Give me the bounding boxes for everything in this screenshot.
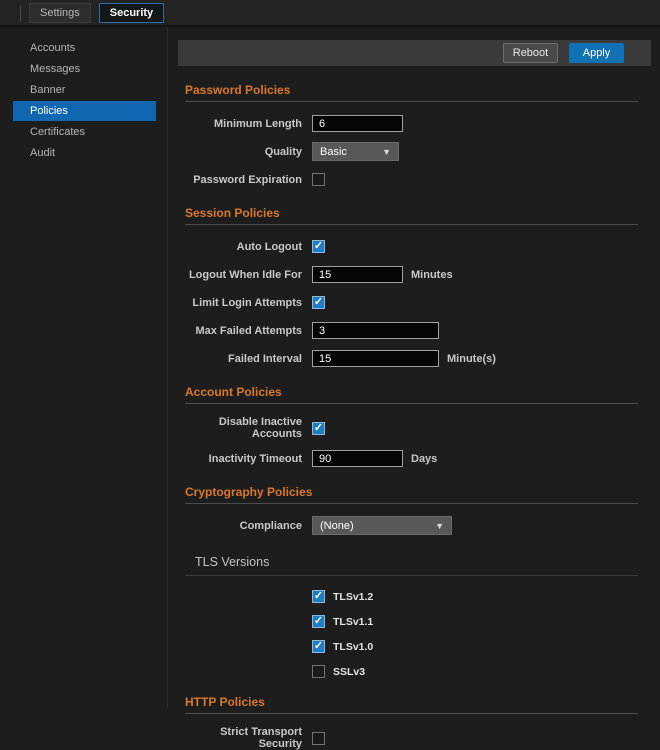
compliance-dropdown[interactable]: (None) ▼ bbox=[312, 516, 452, 535]
section-divider bbox=[185, 224, 638, 225]
sidebar-item-messages[interactable]: Messages bbox=[13, 59, 156, 79]
limit-login-attempts-label: Limit Login Attempts bbox=[185, 297, 302, 309]
section-divider bbox=[185, 101, 638, 102]
max-failed-attempts-label: Max Failed Attempts bbox=[185, 325, 302, 337]
apply-button[interactable]: Apply bbox=[569, 43, 624, 63]
strict-transport-security-label: Strict Transport Security bbox=[185, 726, 302, 750]
tlsv12-row: TLSv1.2 bbox=[185, 590, 638, 603]
main-layout: Accounts Messages Banner Policies Certif… bbox=[0, 27, 660, 708]
inactivity-timeout-input[interactable] bbox=[312, 450, 403, 467]
failed-interval-row: Failed Interval Minute(s) bbox=[185, 349, 638, 368]
session-policies-title: Session Policies bbox=[185, 206, 638, 220]
tlsv11-label: TLSv1.1 bbox=[333, 616, 373, 628]
auto-logout-row: Auto Logout bbox=[185, 237, 638, 256]
section-divider bbox=[185, 713, 638, 714]
inactivity-timeout-row: Inactivity Timeout Days bbox=[185, 449, 638, 468]
tab-settings[interactable]: Settings bbox=[29, 3, 91, 23]
password-expiration-row: Password Expiration bbox=[185, 170, 638, 189]
compliance-row: Compliance (None) ▼ bbox=[185, 516, 638, 535]
quality-dropdown-value: Basic bbox=[320, 146, 347, 158]
action-toolbar: Reboot Apply bbox=[178, 40, 651, 66]
tlsv10-label: TLSv1.0 bbox=[333, 641, 373, 653]
limit-login-attempts-checkbox[interactable] bbox=[312, 296, 325, 309]
auto-logout-label: Auto Logout bbox=[185, 241, 302, 253]
tls-versions-title: TLS Versions bbox=[195, 555, 638, 569]
password-expiration-checkbox[interactable] bbox=[312, 173, 325, 186]
quality-label: Quality bbox=[185, 146, 302, 158]
disable-inactive-accounts-row: Disable Inactive Accounts bbox=[185, 416, 638, 440]
http-policies-title: HTTP Policies bbox=[185, 695, 638, 709]
logout-when-idle-suffix: Minutes bbox=[411, 269, 453, 281]
inactivity-timeout-suffix: Days bbox=[411, 453, 437, 465]
strict-transport-security-row: Strict Transport Security bbox=[185, 726, 638, 750]
max-failed-attempts-row: Max Failed Attempts bbox=[185, 321, 638, 340]
inactivity-timeout-label: Inactivity Timeout bbox=[185, 453, 302, 465]
tlsv12-label: TLSv1.2 bbox=[333, 591, 373, 603]
subsection-divider bbox=[185, 575, 638, 576]
tab-security[interactable]: Security bbox=[99, 3, 164, 23]
cryptography-policies-title: Cryptography Policies bbox=[185, 485, 638, 499]
sidebar-item-policies[interactable]: Policies bbox=[13, 101, 156, 121]
sidebar: Accounts Messages Banner Policies Certif… bbox=[0, 27, 168, 708]
failed-interval-input[interactable] bbox=[312, 350, 439, 367]
account-policies-title: Account Policies bbox=[185, 385, 638, 399]
limit-login-attempts-row: Limit Login Attempts bbox=[185, 293, 638, 312]
failed-interval-suffix: Minute(s) bbox=[447, 353, 496, 365]
strict-transport-security-checkbox[interactable] bbox=[312, 732, 325, 745]
tlsv11-row: TLSv1.1 bbox=[185, 615, 638, 628]
chevron-down-icon: ▼ bbox=[382, 147, 391, 157]
reboot-button[interactable]: Reboot bbox=[503, 43, 558, 63]
minimum-length-row: Minimum Length bbox=[185, 114, 638, 133]
tlsv10-row: TLSv1.0 bbox=[185, 640, 638, 653]
password-policies-title: Password Policies bbox=[185, 83, 638, 97]
password-expiration-label: Password Expiration bbox=[185, 174, 302, 186]
sidebar-item-accounts[interactable]: Accounts bbox=[13, 38, 156, 58]
section-divider bbox=[185, 403, 638, 404]
sidebar-item-audit[interactable]: Audit bbox=[13, 143, 156, 163]
topbar-divider bbox=[20, 5, 21, 21]
section-divider bbox=[185, 503, 638, 504]
logout-when-idle-input[interactable] bbox=[312, 266, 403, 283]
max-failed-attempts-input[interactable] bbox=[312, 322, 439, 339]
tlsv12-checkbox[interactable] bbox=[312, 590, 325, 603]
compliance-label: Compliance bbox=[185, 520, 302, 532]
disable-inactive-accounts-checkbox[interactable] bbox=[312, 422, 325, 435]
logout-when-idle-label: Logout When Idle For bbox=[185, 269, 302, 281]
top-tab-bar: Settings Security bbox=[0, 0, 660, 27]
policy-sections: Password Policies Minimum Length Quality… bbox=[178, 83, 651, 750]
minimum-length-label: Minimum Length bbox=[185, 118, 302, 130]
compliance-dropdown-value: (None) bbox=[320, 520, 354, 532]
minimum-length-input[interactable] bbox=[312, 115, 403, 132]
sslv3-row: SSLv3 bbox=[185, 665, 638, 678]
tlsv11-checkbox[interactable] bbox=[312, 615, 325, 628]
content-panel: Reboot Apply Password Policies Minimum L… bbox=[168, 27, 660, 708]
tlsv10-checkbox[interactable] bbox=[312, 640, 325, 653]
logout-when-idle-row: Logout When Idle For Minutes bbox=[185, 265, 638, 284]
auto-logout-checkbox[interactable] bbox=[312, 240, 325, 253]
disable-inactive-accounts-label: Disable Inactive Accounts bbox=[185, 416, 302, 440]
sslv3-checkbox[interactable] bbox=[312, 665, 325, 678]
quality-dropdown[interactable]: Basic ▼ bbox=[312, 142, 399, 161]
sidebar-item-banner[interactable]: Banner bbox=[13, 80, 156, 100]
quality-row: Quality Basic ▼ bbox=[185, 142, 638, 161]
sslv3-label: SSLv3 bbox=[333, 666, 365, 678]
sidebar-item-certificates[interactable]: Certificates bbox=[13, 122, 156, 142]
failed-interval-label: Failed Interval bbox=[185, 353, 302, 365]
chevron-down-icon: ▼ bbox=[435, 521, 444, 531]
